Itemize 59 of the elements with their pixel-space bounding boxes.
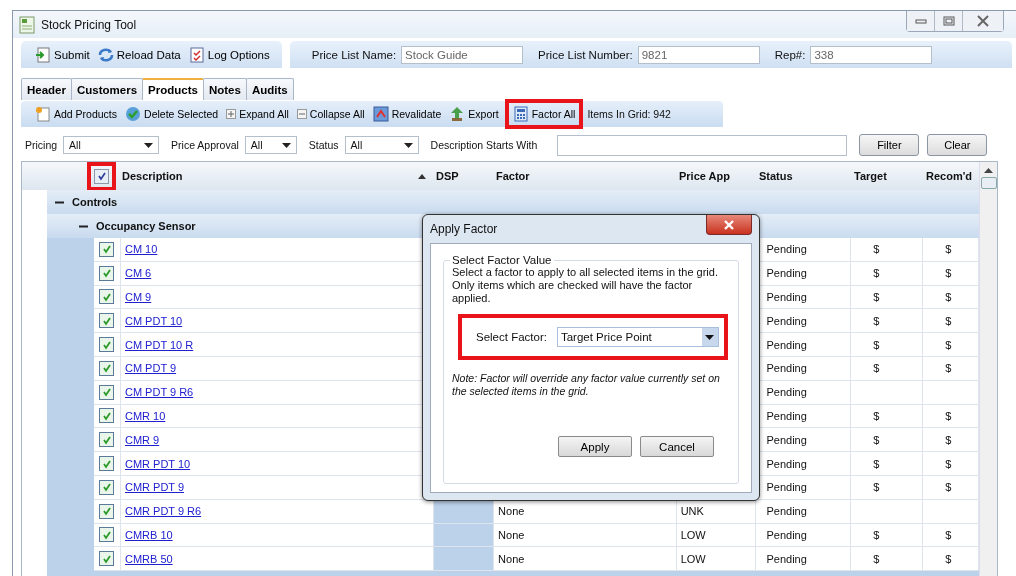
table-cell: Pending bbox=[766, 314, 807, 327]
table-cell: Pending bbox=[766, 267, 807, 280]
group-label: Controls bbox=[72, 196, 118, 208]
table-cell: $ bbox=[873, 362, 880, 375]
table-cell: None bbox=[498, 528, 525, 541]
table-cell: LOW bbox=[680, 528, 706, 541]
table-cell: $ bbox=[945, 552, 952, 565]
table-cell: $ bbox=[945, 457, 952, 470]
filter-label: Pricing bbox=[25, 139, 58, 151]
select-label: Select Factor: bbox=[476, 331, 547, 343]
window-title: Stock Pricing Tool bbox=[41, 17, 137, 32]
filter-label: Price Approval bbox=[171, 139, 239, 151]
table-cell: UNK bbox=[680, 505, 704, 518]
table-cell: Pending bbox=[766, 291, 807, 303]
table-cell: None bbox=[498, 552, 525, 565]
table-cell: $ bbox=[873, 314, 880, 327]
table-cell: Pending bbox=[766, 386, 807, 399]
table-cell: $ bbox=[873, 409, 880, 422]
table-cell: Pending bbox=[766, 338, 807, 351]
table-cell: LOW bbox=[680, 552, 706, 565]
table-cell: Pending bbox=[766, 457, 807, 470]
table-cell: Pending bbox=[766, 505, 807, 518]
items-count: Items In Grid: 942 bbox=[587, 108, 671, 120]
table-cell: $ bbox=[945, 409, 952, 422]
dialog-description: Select a factor to apply to all selected items in the grid. Only items which are checked will have the factor applied. bbox=[452, 266, 719, 305]
table-cell: $ bbox=[873, 528, 880, 541]
field-label: Rep#: bbox=[774, 48, 806, 61]
table-cell: $ bbox=[945, 362, 952, 375]
table-cell: Pending bbox=[766, 362, 807, 375]
table-cell: $ bbox=[873, 291, 880, 303]
table-cell: None bbox=[498, 505, 525, 518]
table-cell: $ bbox=[873, 552, 880, 565]
table-cell: $ bbox=[873, 338, 880, 351]
table-cell: $ bbox=[945, 338, 952, 351]
dialog-title: Apply Factor bbox=[430, 222, 498, 236]
table-cell: $ bbox=[945, 481, 952, 494]
table-cell: $ bbox=[945, 314, 952, 327]
group-label: Occupancy Sensor bbox=[96, 220, 196, 232]
table-cell: $ bbox=[945, 433, 952, 446]
table-cell: Pending bbox=[766, 481, 807, 494]
field-label: Price List Name: bbox=[311, 48, 397, 61]
table-cell: $ bbox=[873, 457, 880, 470]
table-cell: Pending bbox=[766, 409, 807, 422]
table-cell: $ bbox=[945, 291, 952, 303]
table-cell: $ bbox=[873, 267, 880, 280]
table-cell: Pending bbox=[766, 528, 807, 541]
table-cell: Pending bbox=[766, 433, 807, 446]
table-cell: $ bbox=[945, 267, 952, 280]
table-cell: Pending bbox=[766, 552, 807, 565]
group-box-title: Select Factor Value bbox=[451, 254, 553, 266]
table-cell: $ bbox=[945, 528, 952, 541]
filter-label: Status bbox=[308, 139, 339, 151]
table-cell: $ bbox=[945, 243, 952, 256]
filter-label: Description Starts With bbox=[430, 139, 538, 151]
table-cell: $ bbox=[873, 433, 880, 446]
table-cell: $ bbox=[873, 481, 880, 494]
table-cell: Pending bbox=[766, 243, 807, 256]
field-label: Price List Number: bbox=[538, 48, 633, 61]
table-cell: $ bbox=[873, 243, 880, 256]
